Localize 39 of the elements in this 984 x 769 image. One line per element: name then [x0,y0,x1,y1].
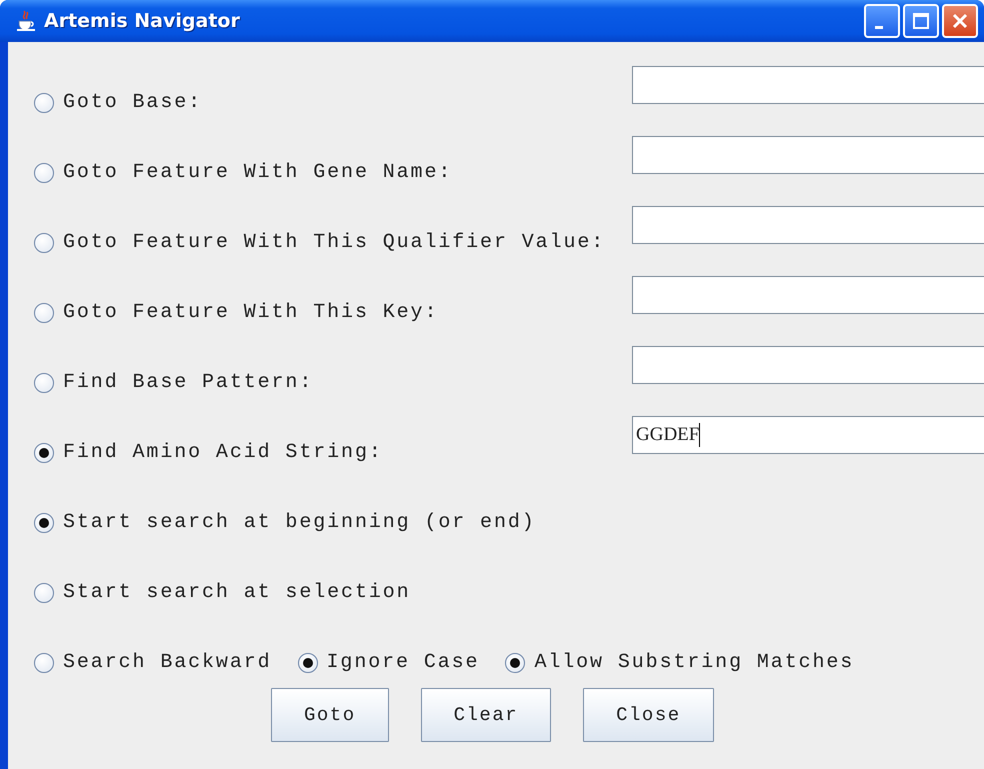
radio-button[interactable] [34,652,54,672]
option-label: Allow Substring Matches [534,651,854,674]
dialog-button[interactable]: Clear [420,688,552,742]
maximize-button[interactable] [903,4,939,38]
minimize-icon [875,26,883,28]
radio-button[interactable] [34,162,54,182]
close-button[interactable] [942,4,978,38]
input-field[interactable] [632,206,984,244]
radio-button[interactable] [34,92,54,112]
dialog-button[interactable]: Close [583,688,714,742]
maximize-icon [912,12,930,30]
input-field[interactable] [632,346,984,384]
radio-button[interactable] [34,512,54,532]
radio-button[interactable] [34,372,54,392]
option-label: Search Backward [63,651,272,674]
option-label: Find Amino Acid String: [63,441,383,464]
radio-button[interactable] [505,652,526,672]
cup-icon [16,9,36,33]
option-label: Ignore Case [326,651,480,674]
dialog-button[interactable]: Goto [271,688,389,742]
input-field[interactable] [632,276,984,314]
minimize-button[interactable] [864,4,900,38]
radio-button[interactable] [34,232,54,252]
option-label: Goto Feature With This Qualifier Value: [63,231,606,254]
option-label: Find Base Pattern: [63,371,314,394]
close-icon [951,12,969,30]
option-label: Goto Base: [63,91,202,114]
radio-button[interactable] [34,582,54,602]
radio-button[interactable] [298,652,318,672]
window-title: Artemis Navigator [44,10,241,32]
radio-button[interactable] [34,302,54,322]
option-label: Goto Feature With Gene Name: [63,161,452,184]
option-label: Start search at selection [63,581,411,604]
option-label: Start search at beginning (or end) [63,511,536,534]
input-field[interactable] [632,136,984,174]
input-field[interactable] [632,66,984,104]
input-field[interactable]: GGDEF [632,416,984,454]
radio-button[interactable] [34,442,54,462]
option-label: Goto Feature With This Key: [63,301,438,324]
